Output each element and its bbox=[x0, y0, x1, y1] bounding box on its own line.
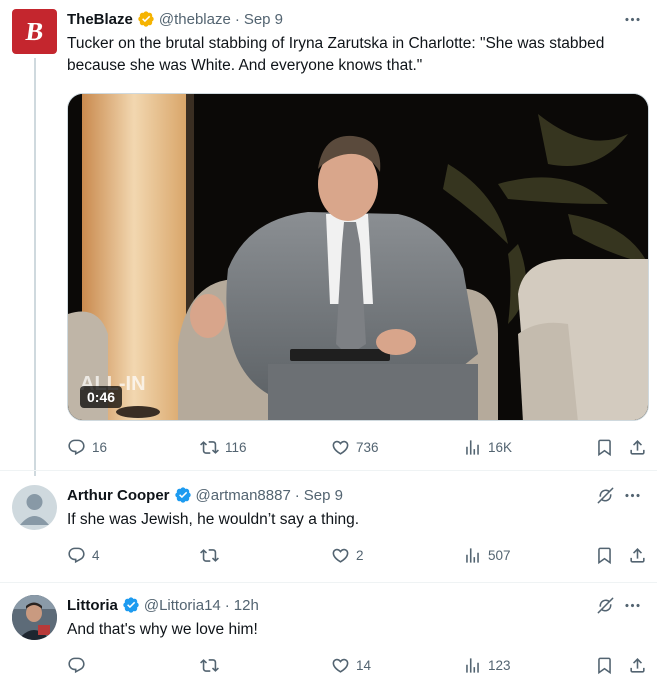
grok-icon[interactable] bbox=[595, 485, 615, 505]
display-name[interactable]: Arthur Cooper bbox=[67, 487, 170, 504]
separator-dot: · bbox=[294, 486, 300, 504]
timestamp[interactable]: Sep 9 bbox=[304, 487, 343, 504]
share-icon bbox=[628, 546, 647, 565]
more-icon[interactable] bbox=[621, 485, 643, 505]
like-count: 2 bbox=[356, 547, 364, 563]
divider bbox=[0, 582, 657, 583]
bookmark-button[interactable] bbox=[595, 436, 614, 458]
bookmark-icon bbox=[595, 438, 614, 457]
more-icon[interactable] bbox=[621, 9, 643, 29]
bookmark-icon bbox=[595, 656, 614, 675]
video-duration: 0:46 bbox=[80, 386, 123, 408]
display-name[interactable]: TheBlaze bbox=[67, 11, 133, 28]
repost-count: 116 bbox=[225, 439, 247, 455]
reply-button[interactable]: 4 bbox=[67, 544, 100, 566]
tweet-text: And that's why we love him! bbox=[67, 621, 258, 638]
video-thumbnail: ALL-IN bbox=[68, 94, 648, 420]
tweet-reply-littoria[interactable]: Littoria @Littoria14 · 12h And that's wh… bbox=[0, 595, 657, 675]
reply-icon bbox=[67, 546, 86, 565]
like-icon bbox=[331, 546, 350, 565]
reply-count: 4 bbox=[92, 547, 100, 563]
repost-button[interactable] bbox=[200, 544, 225, 566]
like-icon bbox=[331, 656, 350, 675]
more-icon[interactable] bbox=[621, 595, 643, 615]
video-player[interactable]: ALL-IN 0:46 bbox=[67, 93, 649, 421]
reply-button[interactable]: 16 bbox=[67, 436, 107, 458]
avatar[interactable] bbox=[12, 595, 57, 640]
verified-badge-icon[interactable] bbox=[137, 10, 155, 28]
like-count: 736 bbox=[356, 439, 379, 455]
separator-dot: · bbox=[224, 596, 230, 614]
repost-button[interactable] bbox=[200, 654, 225, 676]
share-button[interactable] bbox=[628, 544, 647, 566]
repost-icon bbox=[200, 438, 219, 457]
timestamp[interactable]: 12h bbox=[234, 597, 259, 614]
avatar[interactable] bbox=[12, 485, 57, 530]
tweet-header: Arthur Cooper @artman8887 · Sep 9 bbox=[67, 485, 343, 505]
separator-dot: · bbox=[234, 10, 240, 28]
views-button[interactable]: 123 bbox=[463, 654, 511, 676]
tweet-text: If she was Jewish, he wouldn’t say a thi… bbox=[67, 511, 360, 528]
tweet-theblaze[interactable]: B TheBlaze @theblaze · Sep 9 Tucker on t… bbox=[0, 9, 657, 469]
like-button[interactable]: 736 bbox=[331, 436, 379, 458]
handle[interactable]: @theblaze bbox=[159, 11, 231, 28]
repost-button[interactable]: 116 bbox=[200, 436, 247, 458]
tweet-actions: 4 2 507 bbox=[67, 544, 643, 566]
views-icon bbox=[463, 546, 482, 565]
handle[interactable]: @Littoria14 bbox=[144, 597, 221, 614]
tweet-header: Littoria @Littoria14 · 12h bbox=[67, 595, 259, 615]
tweet-actions: 16 116 736 16K bbox=[67, 436, 643, 458]
tweet-actions: 14 123 bbox=[67, 654, 643, 676]
avatar-letter: B bbox=[23, 16, 46, 46]
bookmark-button[interactable] bbox=[595, 654, 614, 676]
profile-photo bbox=[12, 595, 57, 640]
views-icon bbox=[463, 656, 482, 675]
like-icon bbox=[331, 438, 350, 457]
reply-count: 16 bbox=[92, 439, 108, 455]
like-button[interactable]: 2 bbox=[331, 544, 364, 566]
verified-badge-icon[interactable] bbox=[174, 486, 192, 504]
views-count: 16K bbox=[488, 439, 513, 455]
views-button[interactable]: 507 bbox=[463, 544, 511, 566]
tweet-header: TheBlaze @theblaze · Sep 9 bbox=[67, 9, 283, 29]
share-icon bbox=[628, 656, 647, 675]
avatar[interactable]: B bbox=[12, 9, 57, 54]
views-button[interactable]: 16K bbox=[463, 436, 512, 458]
repost-icon bbox=[200, 546, 219, 565]
handle[interactable]: @artman8887 bbox=[196, 487, 291, 504]
default-avatar-icon bbox=[20, 494, 49, 525]
timestamp[interactable]: Sep 9 bbox=[244, 11, 283, 28]
grok-icon[interactable] bbox=[595, 595, 615, 615]
tweet-text: Tucker on the brutal stabbing of Iryna Z… bbox=[67, 35, 605, 74]
like-count: 14 bbox=[356, 657, 372, 673]
bookmark-button[interactable] bbox=[595, 544, 614, 566]
share-button[interactable] bbox=[628, 436, 647, 458]
tweet-reply-arthur-cooper[interactable]: Arthur Cooper @artman8887 · Sep 9 If she… bbox=[0, 485, 657, 575]
share-button[interactable] bbox=[628, 654, 647, 676]
like-button[interactable]: 14 bbox=[331, 654, 371, 676]
bookmark-icon bbox=[595, 546, 614, 565]
verified-badge-icon[interactable] bbox=[122, 596, 140, 614]
views-icon bbox=[463, 438, 482, 457]
reply-icon bbox=[67, 656, 86, 675]
reply-button[interactable] bbox=[67, 654, 92, 676]
views-count: 123 bbox=[488, 657, 511, 673]
views-count: 507 bbox=[488, 547, 511, 563]
share-icon bbox=[628, 438, 647, 457]
reply-icon bbox=[67, 438, 86, 457]
divider bbox=[0, 470, 657, 471]
display-name[interactable]: Littoria bbox=[67, 597, 118, 614]
repost-icon bbox=[200, 656, 219, 675]
